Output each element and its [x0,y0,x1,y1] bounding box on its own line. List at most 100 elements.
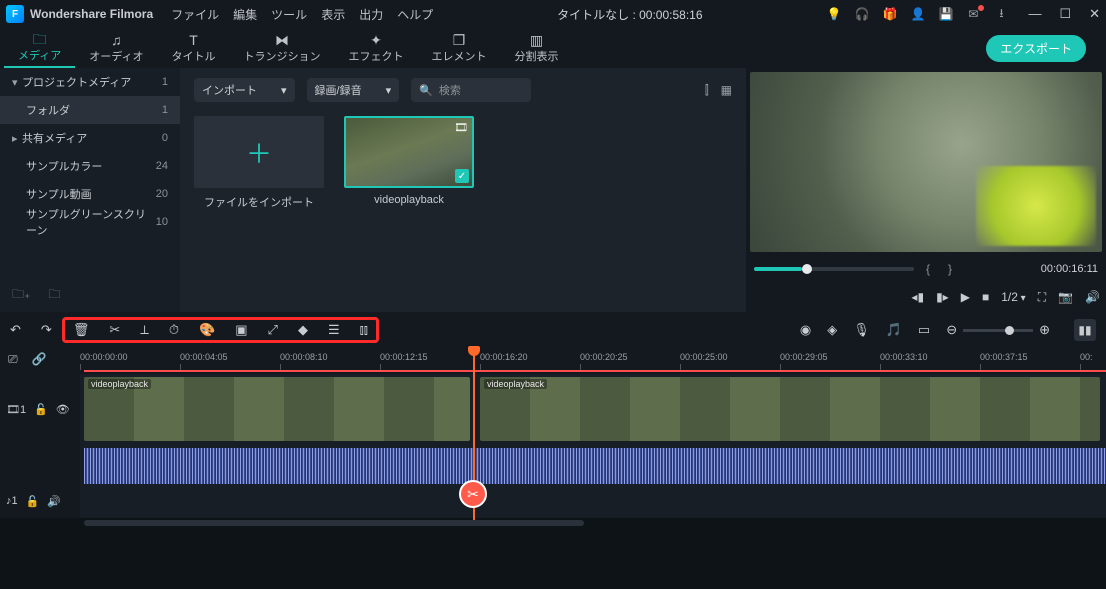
playhead[interactable]: ✂ [473,348,475,520]
mail-icon[interactable]: ✉ [966,7,980,21]
main-tabbar: 🗀メディア ♫オーディオ Tタイトル ⧓トランジション ✦エフェクト ❐エレメン… [0,28,1106,68]
audio-adjust-button[interactable]: ⫾⫾ [360,322,368,338]
play-button[interactable]: ▶ [961,290,970,304]
document-title: タイトルなし : 00:00:58:16 [433,6,826,23]
volume-icon[interactable]: 🔊 [1085,290,1100,304]
tab-title[interactable]: Tタイトル [157,28,229,68]
zoom-slider[interactable]: ⊖ ⊕ [946,322,1050,338]
mute-icon[interactable]: 🔊 [47,495,61,508]
playback-rate[interactable]: 1/2 ▾ [1001,290,1026,304]
record-dropdown[interactable]: 録画/録音▾ [307,78,400,102]
tab-audio[interactable]: ♫オーディオ [75,28,157,68]
sidebar-greenscreen[interactable]: サンプルグリーンスクリーン10 [0,208,180,236]
track-manage-icon[interactable]: ⎚ [8,352,18,367]
account-icon[interactable]: 👤 [910,7,924,21]
save-icon[interactable]: 💾 [938,7,952,21]
crop-button[interactable]: ⟂ [140,322,149,338]
preview-progress[interactable] [754,267,914,271]
link-icon[interactable]: 🔗 [32,352,47,366]
tab-transition[interactable]: ⧓トランジション [229,28,334,68]
menu-edit[interactable]: 編集 [233,6,257,23]
visibility-icon[interactable]: 👁 [56,403,70,416]
keyframe-button[interactable]: ◆ [298,322,308,338]
timeline-ruler[interactable]: 00:00:00:00 00:00:04:05 00:00:08:10 00:0… [80,348,1106,370]
audio-track-body[interactable] [80,444,1106,484]
search-input[interactable]: 🔍検索 [411,78,531,102]
menu-tool[interactable]: ツール [271,6,307,23]
timeline-scrollbar[interactable] [0,518,1106,528]
menu-output[interactable]: 出力 [359,6,383,23]
color-button[interactable]: 🎨 [199,322,215,338]
fullscreen-icon[interactable]: ⛶ [1038,290,1046,305]
menu-view[interactable]: 表示 [321,6,345,23]
media-sidebar: ▾プロジェクトメディア1 フォルダ1 ▸共有メディア0 サンプルカラー24 サン… [0,68,180,312]
tab-media[interactable]: 🗀メディア [4,28,75,68]
zoom-in-icon[interactable]: ⊕ [1039,322,1050,338]
snapshot-icon[interactable]: 📷 [1058,290,1073,304]
preview-panel: { } 00:00:16:11 ◂▮ ▮▸ ▶ ■ 1/2 ▾ ⛶ 📷 🔊 [746,68,1106,312]
prev-frame-button[interactable]: ◂▮ [911,290,924,304]
next-frame-button[interactable]: ▮▸ [936,290,949,304]
title-icon-group: 💡 🎧 🎁 👤 💾 ✉ ⭳ [826,4,1008,25]
tab-effect[interactable]: ✦エフェクト [334,28,417,68]
app-logo: F [6,5,24,23]
video-clip-2[interactable]: videoplayback [480,377,1100,441]
thumbnail-view-icon[interactable]: ▭ [918,322,930,338]
timeline-ruler-row: ⎚ 🔗 00:00:00:00 00:00:04:05 00:00:08:10 … [0,348,1106,370]
sidebar-sample-colors[interactable]: サンプルカラー24 [0,152,180,180]
import-dropdown[interactable]: インポート▾ [194,78,295,102]
menu-file[interactable]: ファイル [171,6,219,23]
close-button[interactable]: ✕ [1089,6,1100,22]
fit-button[interactable]: ⤢ [268,322,278,338]
minimize-button[interactable]: — [1028,6,1041,22]
lock-icon[interactable]: 🔓 [26,495,40,508]
delete-button[interactable]: 🗑 [73,322,90,338]
speed-button[interactable]: ⏱ [169,322,179,338]
sidebar-folder[interactable]: フォルダ1 [0,96,180,124]
new-folder-icon[interactable]: 🗀₊ [12,285,30,306]
timeline-toolbar: ↶ ↷ 🗑 ✂ ⟂ ⏱ 🎨 ▣ ⤢ ◆ ☰ ⫾⫾ ◉ ◈ 🎙 🎵 ▭ ⊖ ⊕ ▮… [0,312,1106,348]
marker-icon[interactable]: ◈ [827,322,837,338]
stop-button[interactable]: ■ [982,290,989,304]
redo-button[interactable]: ↷ [41,322,52,338]
track-audio-label: ♪1 [6,495,18,507]
sidebar-project-media[interactable]: ▾プロジェクトメディア1 [0,68,180,96]
render-button[interactable]: ▮▮ [1074,319,1096,341]
undo-button[interactable]: ↶ [10,322,21,338]
video-clip-1[interactable]: videoplayback [84,377,470,441]
menu-help[interactable]: ヘルプ [397,6,433,23]
download-icon[interactable]: ⭳ [994,4,1008,25]
mark-in-icon[interactable]: { [920,262,936,276]
open-folder-icon[interactable]: 🗀 [48,285,60,306]
media-clip[interactable]: 🎞 ✓ videoplayback [344,116,474,210]
audio-mixer-icon[interactable]: 🎵 [886,322,902,338]
support-icon[interactable]: 🎧 [854,7,868,21]
video-track-body[interactable]: videoplayback videoplayback [80,374,1106,444]
audio-waveform[interactable] [84,448,1106,484]
preview-viewport[interactable] [750,72,1102,252]
video-track: 🎞1 🔓 👁 videoplayback videoplayback [0,374,1106,444]
split-knob[interactable]: ✂ [459,480,487,508]
cut-button[interactable]: ✂ [109,322,120,338]
import-tile[interactable]: ＋ ファイルをインポート [194,116,324,210]
maximize-button[interactable]: ☐ [1059,6,1071,22]
export-button[interactable]: エクスポート [986,35,1086,62]
mark-out-icon[interactable]: } [942,262,958,276]
render-preview-icon[interactable]: ◉ [800,322,811,338]
voiceover-icon[interactable]: 🎙 [853,322,870,338]
gift-icon[interactable]: 🎁 [882,7,896,21]
menu-bar: ファイル 編集 ツール 表示 出力 ヘルプ [171,6,433,23]
idea-icon[interactable]: 💡 [826,7,840,21]
greenscreen-button[interactable]: ▣ [235,322,247,338]
audio-track-2-body[interactable] [80,484,1106,518]
filter-icon[interactable]: ⫿ [705,83,709,98]
grid-view-icon[interactable]: ▦ [721,83,732,98]
tab-element[interactable]: ❐エレメント [417,28,500,68]
adjust-button[interactable]: ☰ [328,322,340,338]
sidebar-shared-media[interactable]: ▸共有メディア0 [0,124,180,152]
tab-split[interactable]: ▥分割表示 [500,28,572,68]
zoom-out-icon[interactable]: ⊖ [946,322,957,338]
lock-icon[interactable]: 🔓 [34,403,48,416]
sidebar-sample-videos[interactable]: サンプル動画20 [0,180,180,208]
clip-thumbnail: 🎞 ✓ [344,116,474,188]
